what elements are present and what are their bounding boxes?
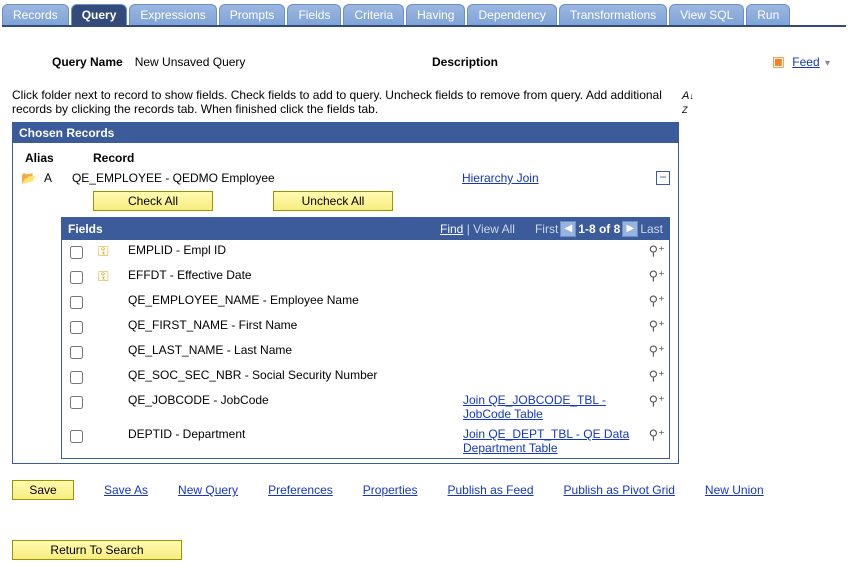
collapse-icon[interactable]: − [656, 171, 670, 185]
field-label: QE_FIRST_NAME - First Name [124, 315, 459, 340]
chosen-records-panel: Chosen Records Alias Record 📂 A QE_EMPLO… [12, 122, 679, 464]
range-label: 1-8 of 8 [578, 222, 620, 236]
tab-fields[interactable]: Fields [287, 4, 341, 25]
first-label: First [535, 222, 558, 236]
criteria-icon[interactable]: ⚲⁺ [649, 427, 665, 442]
criteria-icon[interactable]: ⚲⁺ [649, 268, 665, 283]
queryname-value: New Unsaved Query [135, 55, 246, 69]
newunion-link[interactable]: New Union [705, 483, 764, 497]
table-row: QE_LAST_NAME - Last Name ⚲⁺ [62, 340, 669, 365]
field-label: QE_EMPLOYEE_NAME - Employee Name [124, 290, 459, 315]
tab-viewsql[interactable]: View SQL [669, 4, 744, 25]
tab-records[interactable]: Records [2, 4, 69, 25]
criteria-icon[interactable]: ⚲⁺ [649, 368, 665, 383]
newquery-link[interactable]: New Query [178, 483, 238, 497]
field-label: DEPTID - Department [124, 424, 459, 458]
fields-table: ⚿ EMPLID - Empl ID ⚲⁺ ⚿ EFFDT - Effectiv… [62, 240, 669, 458]
tab-query[interactable]: Query [71, 4, 128, 25]
field-label: QE_LAST_NAME - Last Name [124, 340, 459, 365]
last-label: Last [640, 222, 663, 236]
feed-dropdown-icon[interactable]: ▾ [825, 58, 830, 69]
tab-run[interactable]: Run [746, 4, 790, 25]
uncheck-all-button[interactable]: Uncheck All [273, 191, 393, 211]
preferences-link[interactable]: Preferences [268, 483, 333, 497]
join-link[interactable]: Join QE_JOBCODE_TBL - JobCode Table [463, 393, 606, 421]
chosen-records-header: Chosen Records [13, 123, 678, 143]
record-name: QE_EMPLOYEE - QEDMO Employee [72, 171, 462, 185]
col-record-header: Record [93, 151, 134, 165]
criteria-icon[interactable]: ⚲⁺ [649, 243, 665, 258]
publishfeed-link[interactable]: Publish as Feed [447, 483, 533, 497]
field-checkbox[interactable] [70, 396, 83, 409]
folder-open-icon[interactable]: 📂 [21, 171, 36, 185]
table-row: QE_EMPLOYEE_NAME - Employee Name ⚲⁺ [62, 290, 669, 315]
bottom-actions: Save Save As New Query Preferences Prope… [12, 480, 836, 500]
hierarchy-join-link[interactable]: Hierarchy Join [462, 171, 539, 185]
saveas-link[interactable]: Save As [104, 483, 148, 497]
table-row: ⚿ EMPLID - Empl ID ⚲⁺ [62, 240, 669, 265]
tab-transformations[interactable]: Transformations [559, 4, 667, 25]
sort-icon[interactable]: A↓Z [682, 90, 694, 116]
field-checkbox[interactable] [70, 296, 83, 309]
fields-title: Fields [68, 222, 103, 236]
viewall-link[interactable]: View All [473, 222, 515, 236]
criteria-icon[interactable]: ⚲⁺ [649, 318, 665, 333]
field-checkbox[interactable] [70, 346, 83, 359]
table-row: ⚿ EFFDT - Effective Date ⚲⁺ [62, 265, 669, 290]
field-checkbox[interactable] [70, 321, 83, 334]
field-checkbox[interactable] [70, 246, 83, 259]
publishpivot-link[interactable]: Publish as Pivot Grid [564, 483, 675, 497]
instructions-text: Click folder next to record to show fiel… [12, 88, 662, 116]
criteria-icon[interactable]: ⚲⁺ [649, 343, 665, 358]
key-icon: ⚿ [98, 243, 109, 259]
save-button[interactable]: Save [12, 480, 74, 500]
key-icon: ⚿ [98, 268, 109, 284]
return-to-search-button[interactable]: Return To Search [12, 540, 182, 560]
table-row: QE_JOBCODE - JobCode Join QE_JOBCODE_TBL… [62, 390, 669, 424]
join-link[interactable]: Join QE_DEPT_TBL - QE Data Department Ta… [463, 427, 629, 455]
tab-criteria[interactable]: Criteria [343, 4, 404, 25]
tab-prompts[interactable]: Prompts [219, 4, 286, 25]
record-alias: A [44, 171, 72, 185]
tab-expressions[interactable]: Expressions [129, 4, 216, 25]
feed-link[interactable]: Feed [792, 55, 819, 69]
description-label: Description [432, 55, 498, 69]
table-row: QE_FIRST_NAME - First Name ⚲⁺ [62, 315, 669, 340]
properties-link[interactable]: Properties [363, 483, 418, 497]
find-link[interactable]: Find [440, 222, 463, 236]
tab-dependency[interactable]: Dependency [467, 4, 556, 25]
table-row: DEPTID - Department Join QE_DEPT_TBL - Q… [62, 424, 669, 458]
criteria-icon[interactable]: ⚲⁺ [649, 293, 665, 308]
field-label: EMPLID - Empl ID [124, 240, 459, 265]
table-row: QE_SOC_SEC_NBR - Social Security Number … [62, 365, 669, 390]
feed-icon: ▣ [772, 53, 785, 69]
check-all-button[interactable]: Check All [93, 191, 213, 211]
tab-having[interactable]: Having [406, 4, 465, 25]
field-checkbox[interactable] [70, 271, 83, 284]
top-tabs: Records Query Expressions Prompts Fields… [2, 2, 846, 27]
prev-icon[interactable]: ◀ [560, 221, 576, 237]
fields-section: Fields Find | View All First ◀ 1-8 of 8 … [61, 217, 670, 459]
next-icon[interactable]: ▶ [622, 221, 638, 237]
fields-bar: Fields Find | View All First ◀ 1-8 of 8 … [62, 218, 669, 240]
queryname-label: Query Name [52, 55, 123, 69]
col-alias-header: Alias [21, 151, 93, 165]
field-label: EFFDT - Effective Date [124, 265, 459, 290]
field-checkbox[interactable] [70, 371, 83, 384]
field-label: QE_JOBCODE - JobCode [124, 390, 459, 424]
criteria-icon[interactable]: ⚲⁺ [649, 393, 665, 408]
field-checkbox[interactable] [70, 430, 83, 443]
field-label: QE_SOC_SEC_NBR - Social Security Number [124, 365, 459, 390]
